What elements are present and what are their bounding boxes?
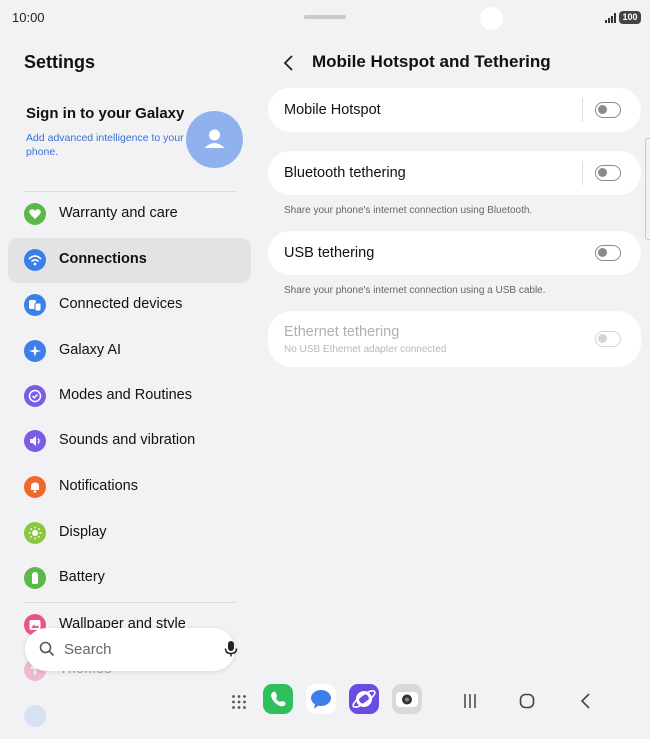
sidebar-item-battery[interactable]: Battery: [8, 556, 251, 601]
ethernet-tethering-row: Ethernet tethering No USB Ethernet adapt…: [268, 311, 641, 367]
sidebar-item-label: Notifications: [59, 478, 138, 494]
internet-app-icon[interactable]: [349, 684, 379, 714]
battery-level: 100: [619, 11, 641, 24]
avatar[interactable]: [186, 111, 243, 168]
sidebar-item-label: Battery: [59, 569, 105, 585]
option-description: Share your phone's internet connection u…: [284, 205, 533, 216]
search-bar[interactable]: Search: [25, 628, 238, 671]
settings-sidebar: Settings Sign in to your Galaxy Add adva…: [0, 36, 260, 727]
warranty-heart-icon: [24, 203, 46, 225]
signal-icon: [605, 13, 616, 23]
sidebar-item-label: Display: [59, 524, 107, 540]
back-arrow-icon[interactable]: [282, 54, 296, 72]
sidebar-item-label: Sounds and vibration: [59, 432, 196, 448]
usb-tethering-toggle[interactable]: [595, 245, 621, 261]
option-label: Mobile Hotspot: [284, 102, 381, 118]
page-title: Mobile Hotspot and Tethering: [312, 52, 551, 71]
usb-tethering-row[interactable]: USB tethering: [268, 231, 641, 275]
connected-devices-icon: [24, 294, 46, 316]
account-subtitle: Add advanced intelligence to your phone.: [26, 132, 184, 158]
sidebar-item-warranty[interactable]: Warranty and care: [8, 192, 251, 237]
detail-pane: Mobile Hotspot and Tethering Mobile Hots…: [268, 36, 650, 722]
camera-cutout: [480, 7, 503, 30]
speaker-icon: [24, 430, 46, 452]
microphone-icon[interactable]: [223, 640, 239, 658]
divider: [582, 161, 583, 185]
back-icon[interactable]: [577, 692, 595, 710]
apps-grid-icon[interactable]: [231, 694, 247, 710]
option-label: Bluetooth tethering: [284, 165, 406, 181]
drag-handle[interactable]: [304, 15, 346, 19]
divider: [582, 98, 583, 122]
battery-icon: [24, 567, 46, 589]
home-icon[interactable]: [518, 692, 536, 710]
messages-app-icon[interactable]: [306, 684, 336, 714]
option-description: No USB Ethernet adapter connected: [284, 344, 447, 355]
sidebar-item-display[interactable]: Display: [8, 511, 251, 556]
search-input[interactable]: Search: [64, 641, 112, 658]
sidebar-item-modes-routines[interactable]: Modes and Routines: [8, 374, 251, 419]
sidebar-item-label: Connections: [59, 251, 147, 267]
sidebar-item-notifications[interactable]: Notifications: [8, 465, 251, 510]
option-label: USB tethering: [284, 245, 375, 261]
wifi-icon: [24, 249, 46, 271]
bell-icon: [24, 476, 46, 498]
ethernet-tethering-toggle: [595, 331, 621, 347]
galaxy-ai-sparkle-icon: [24, 340, 46, 362]
edge-panel-handle[interactable]: [645, 138, 650, 240]
sidebar-item-label: Warranty and care: [59, 205, 178, 221]
status-bar: 10:00 100: [0, 0, 650, 36]
phone-app-icon[interactable]: [263, 684, 293, 714]
sidebar-item-galaxy-ai[interactable]: Galaxy AI: [8, 329, 251, 374]
account-title: Sign in to your Galaxy: [26, 105, 185, 122]
page-title: Settings: [24, 52, 96, 72]
taskbar: [0, 680, 650, 722]
option-label: Ethernet tethering: [284, 324, 400, 340]
status-time: 10:00: [12, 10, 45, 25]
sidebar-item-connections[interactable]: Connections: [8, 238, 251, 283]
bluetooth-tethering-toggle[interactable]: [595, 165, 621, 181]
mobile-hotspot-toggle[interactable]: [595, 102, 621, 118]
account-signin[interactable]: Sign in to your Galaxy Add advanced inte…: [26, 104, 186, 159]
sidebar-item-label: Galaxy AI: [59, 342, 122, 358]
person-icon: [204, 129, 225, 148]
sidebar-item-connected-devices[interactable]: Connected devices: [8, 283, 251, 328]
recents-icon[interactable]: [461, 692, 479, 710]
sidebar-item-sounds[interactable]: Sounds and vibration: [8, 419, 251, 464]
sidebar-item-label: Connected devices: [59, 296, 183, 312]
modes-check-icon: [24, 385, 46, 407]
option-description: Share your phone's internet connection u…: [284, 285, 546, 296]
bluetooth-tethering-row[interactable]: Bluetooth tethering: [268, 151, 641, 195]
mobile-hotspot-row[interactable]: Mobile Hotspot: [268, 88, 641, 132]
search-icon: [39, 641, 55, 657]
sidebar-item-label: Modes and Routines: [59, 387, 192, 403]
sun-icon: [24, 522, 46, 544]
camera-app-icon[interactable]: [392, 684, 422, 714]
